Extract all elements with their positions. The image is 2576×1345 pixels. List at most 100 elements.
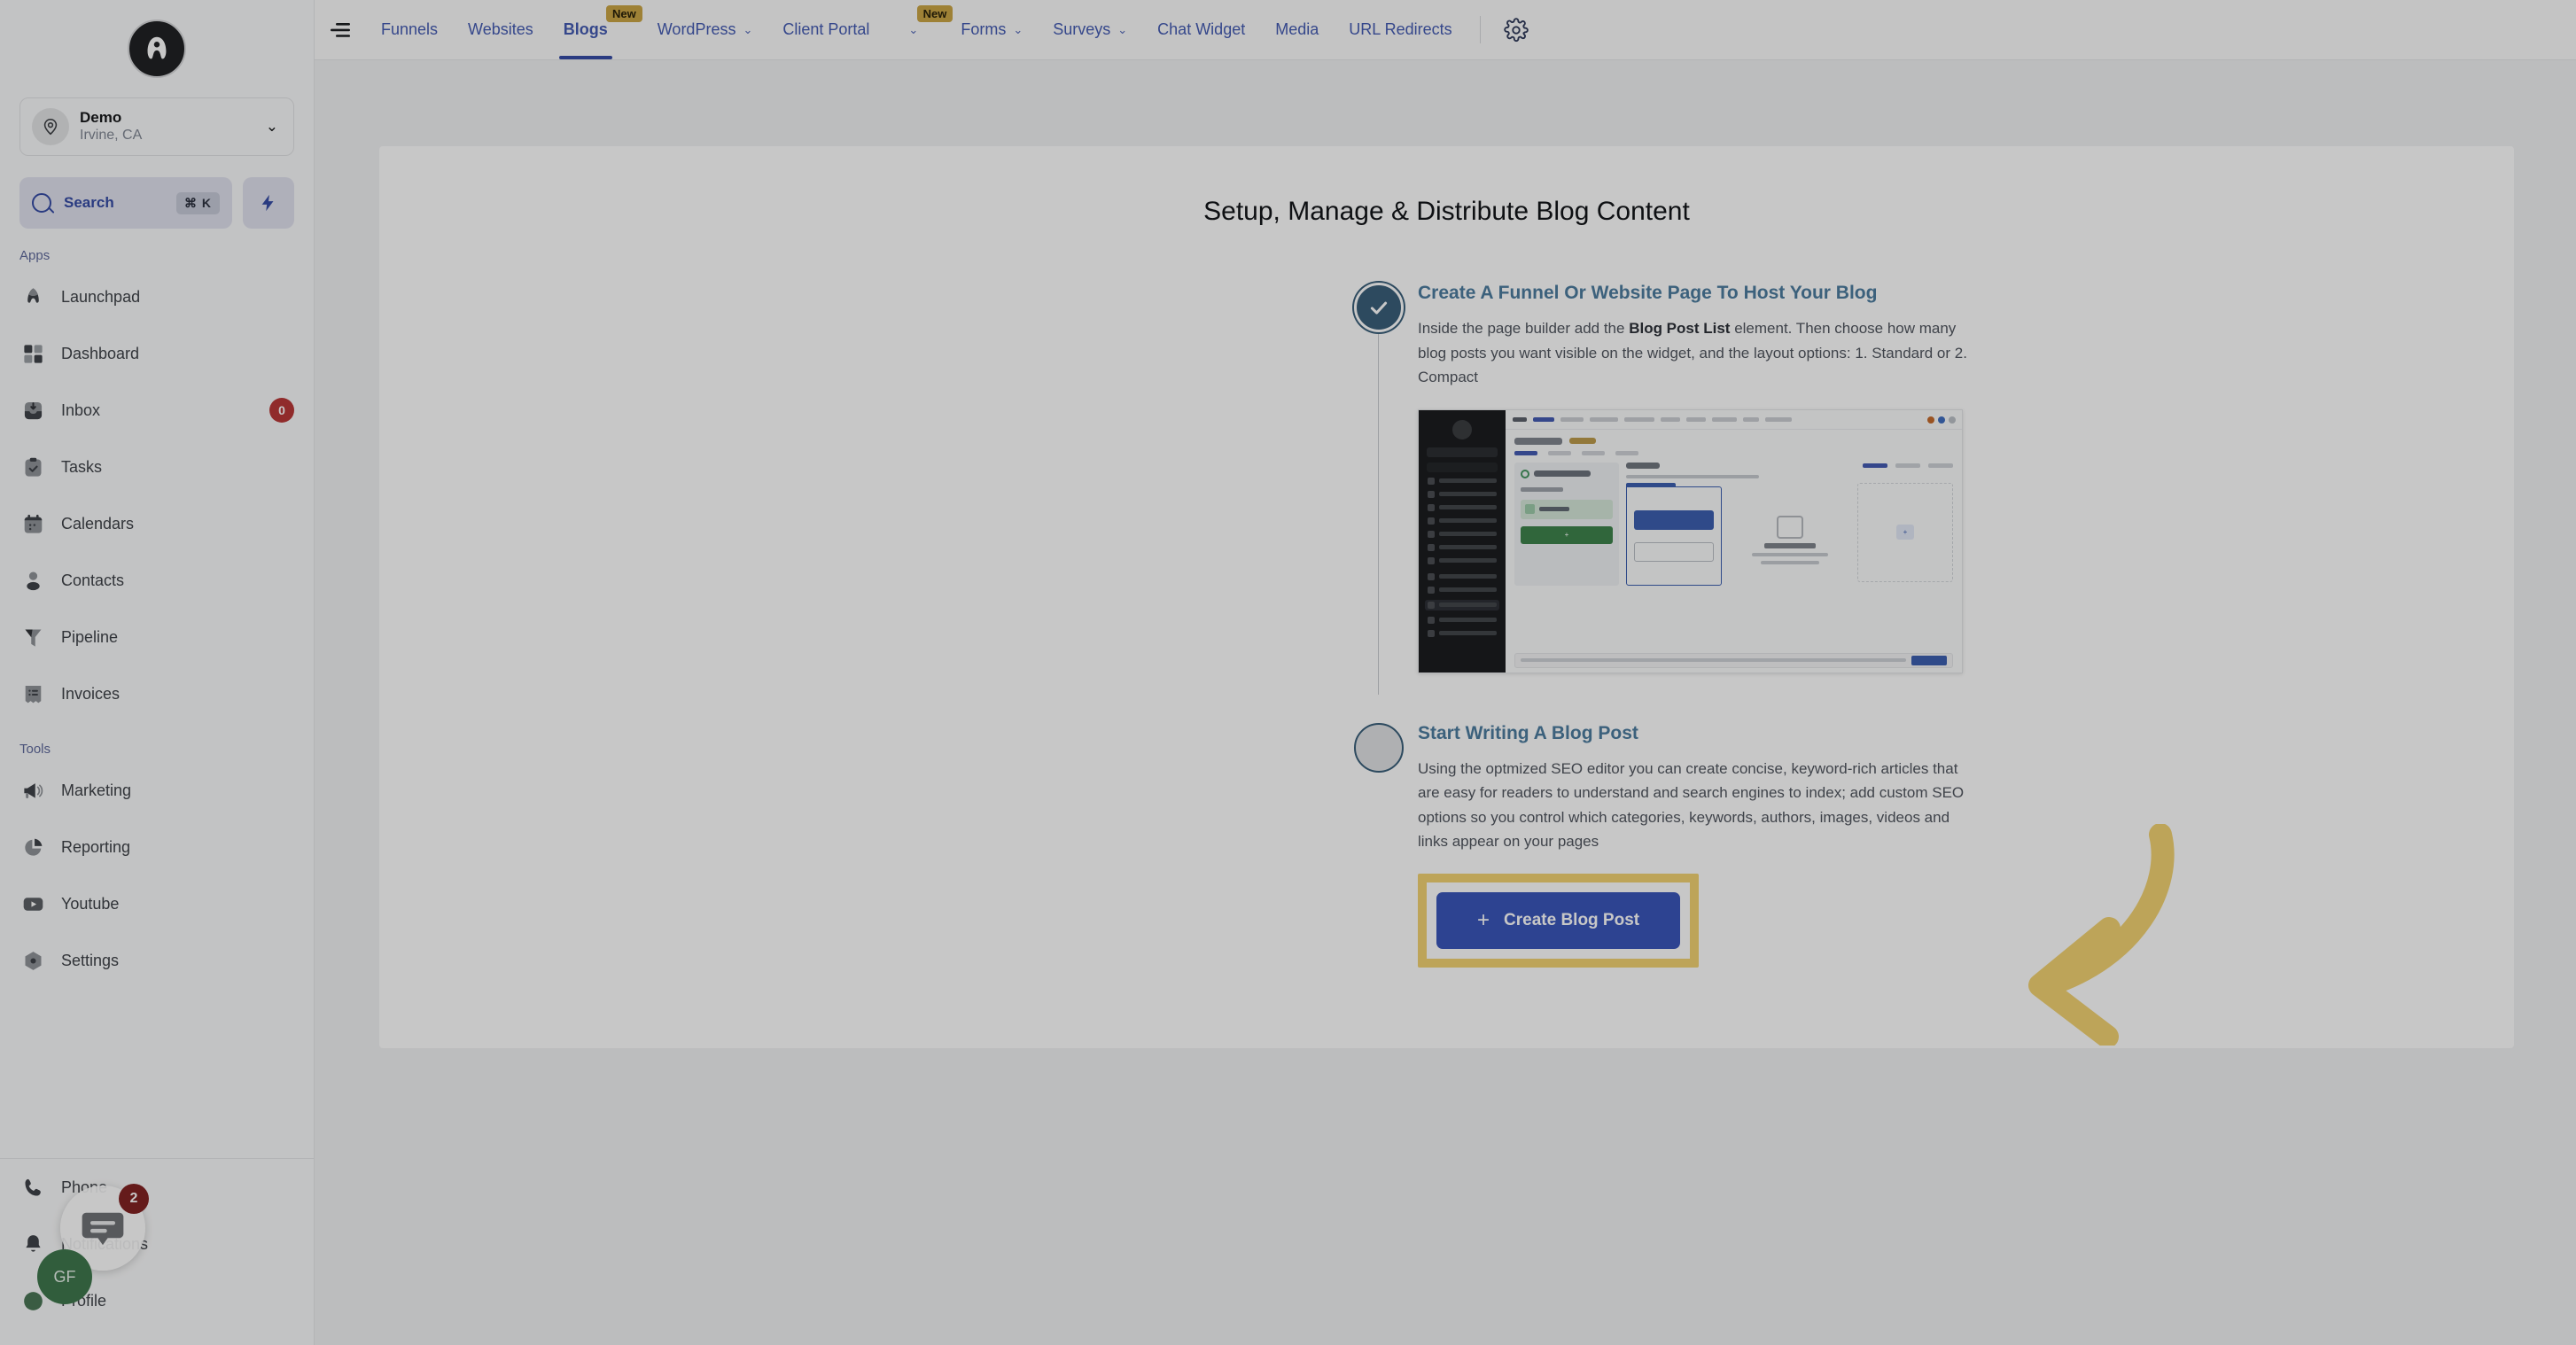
thumb-page-header: [1514, 437, 1953, 445]
thumb-nav-row: [1428, 530, 1497, 538]
sidebar-item-label: Launchpad: [61, 287, 141, 306]
thumb-launch-checklist: +: [1514, 462, 1619, 586]
sidebar-item-label: Dashboard: [61, 344, 140, 362]
thumb-nav-row: [1428, 586, 1497, 594]
thumb-nav-row-active: [1425, 599, 1499, 610]
invoice-icon: [19, 680, 46, 707]
sidebar-item-contacts[interactable]: Contacts: [0, 552, 314, 609]
clipboard-check-icon: [19, 454, 46, 480]
tab-url-redirects[interactable]: URL Redirects: [1334, 0, 1467, 59]
sidebar-item-label: Marketing: [61, 781, 132, 799]
chevron-down-icon: ⌄: [1117, 22, 1128, 36]
thumb-add-step-button: +: [1521, 525, 1613, 544]
step-status-complete[interactable]: [1354, 283, 1404, 332]
step-description: Using the optmized SEO editor you can cr…: [1418, 759, 1965, 851]
sidebar-item-phone[interactable]: Phone: [0, 1159, 314, 1216]
cta-highlight-inner: + Create Blog Post: [1427, 882, 1691, 959]
tab-label: Surveys: [1053, 20, 1111, 38]
chevron-down-icon[interactable]: ⌄: [266, 118, 282, 136]
settings-button[interactable]: [1493, 0, 1539, 59]
search-input[interactable]: Search ⌘ K: [19, 177, 232, 229]
sidebar: Demo Irvine, CA ⌄ Search ⌘ K Apps Launch…: [0, 0, 315, 1345]
tab-client-portal[interactable]: Client Portal New ⌄: [767, 0, 953, 59]
checklist-step-2: Start Writing A Blog Post Using the optm…: [1354, 722, 2514, 980]
tab-websites[interactable]: Websites: [453, 0, 549, 59]
sidebar-item-label: Calendars: [61, 514, 135, 533]
location-pin-avatar: [32, 108, 69, 146]
sidebar-item-dashboard[interactable]: Dashboard: [0, 325, 314, 382]
thumb-nav-row: [1428, 517, 1497, 525]
toolbar-divider: [1479, 16, 1481, 43]
thumb-nav-row: [1428, 543, 1497, 551]
thumb-nav-row: [1428, 477, 1497, 485]
chevron-down-icon: ⌄: [1013, 22, 1023, 36]
sidebar-item-pipeline[interactable]: Pipeline: [0, 609, 314, 665]
sidebar-nav-tools: Marketing Reporting Youtube Settings: [0, 762, 314, 989]
sidebar-item-inbox[interactable]: Inbox 0: [0, 382, 314, 439]
step-connector-line: [1378, 334, 1379, 695]
new-badge: New: [606, 5, 642, 22]
tab-wordpress[interactable]: WordPress ⌄: [642, 0, 768, 59]
location-name: Demo: [80, 109, 122, 126]
map-pin-icon: [43, 118, 58, 136]
grid-icon: [19, 340, 46, 367]
agency-logo[interactable]: [128, 19, 186, 78]
sidebar-item-label: Reporting: [61, 837, 131, 856]
sidebar-item-youtube[interactable]: Youtube: [0, 875, 314, 932]
thumb-split-test: [1729, 483, 1850, 586]
tab-label: WordPress: [657, 20, 736, 38]
search-label: Search: [64, 194, 114, 212]
phone-icon: [19, 1174, 46, 1201]
sidebar-item-settings[interactable]: Settings: [0, 932, 314, 989]
step-title[interactable]: Start Writing A Blog Post: [1418, 723, 2514, 744]
sidebar-item-invoices[interactable]: Invoices: [0, 665, 314, 722]
search-shortcut: ⌘ K: [176, 191, 220, 214]
sidebar-group-label-apps: Apps: [19, 248, 51, 264]
tab-surveys[interactable]: Surveys ⌄: [1038, 0, 1142, 59]
thumb-bottom-edge: [1419, 665, 1962, 672]
tab-blogs[interactable]: Blogs New: [549, 0, 642, 59]
main-content: Setup, Manage & Distribute Blog Content …: [315, 60, 2576, 1345]
person-icon: [19, 567, 46, 594]
quick-actions-button[interactable]: [243, 177, 294, 229]
rocket-icon: [19, 284, 46, 310]
step-body: Start Writing A Blog Post Using the optm…: [1418, 723, 2514, 980]
bell-icon: [19, 1231, 46, 1257]
tab-media[interactable]: Media: [1260, 0, 1334, 59]
step-rail: [1354, 283, 1418, 695]
thumb-logo: [1452, 419, 1472, 439]
thumb-nav-row: [1428, 572, 1497, 580]
check-icon: [1370, 301, 1388, 315]
tab-chat-widget[interactable]: Chat Widget: [1142, 0, 1260, 59]
sidebar-group-label-tools: Tools: [19, 742, 51, 758]
gear-icon: [1503, 17, 1529, 42]
thumb-page-body: + +: [1514, 462, 1953, 586]
location-switcher[interactable]: Demo Irvine, CA ⌄: [19, 97, 294, 157]
step-status-incomplete[interactable]: [1354, 722, 1404, 773]
search-row: Search ⌘ K: [19, 177, 294, 229]
collapse-sidebar-icon[interactable]: [315, 0, 366, 59]
step-title[interactable]: Create A Funnel Or Website Page To Host …: [1418, 283, 2514, 304]
sidebar-item-marketing[interactable]: Marketing: [0, 762, 314, 819]
thumb-window-dots: [1927, 416, 1956, 424]
step-desc-bold: Blog Post List: [1629, 320, 1731, 337]
step-screenshot-thumbnail[interactable]: + +: [1418, 408, 1963, 673]
sidebar-item-label: Invoices: [61, 684, 121, 703]
thumb-search-pill: [1427, 462, 1498, 472]
tab-funnels[interactable]: Funnels: [366, 0, 453, 59]
sidebar-item-label: Pipeline: [61, 627, 119, 646]
sidebar-item-launchpad[interactable]: Launchpad: [0, 268, 314, 325]
cta-wrap: + Create Blog Post: [1418, 873, 2514, 968]
sidebar-item-reporting[interactable]: Reporting: [0, 819, 314, 875]
tab-label: Blogs: [563, 20, 608, 38]
tab-forms[interactable]: Forms ⌄: [946, 0, 1038, 59]
tab-label: Media: [1275, 20, 1319, 38]
sidebar-item-tasks[interactable]: Tasks: [0, 439, 314, 495]
sidebar-footer-nav: Phone Notifications Profile: [0, 1159, 314, 1345]
create-blog-post-button[interactable]: + Create Blog Post: [1436, 891, 1681, 949]
location-sub: Irvine, CA: [80, 128, 143, 144]
gear-icon: [19, 947, 46, 974]
agency-logo-glyph: [147, 36, 167, 59]
sidebar-item-calendars[interactable]: Calendars: [0, 495, 314, 552]
avatar[interactable]: GF: [37, 1249, 92, 1304]
